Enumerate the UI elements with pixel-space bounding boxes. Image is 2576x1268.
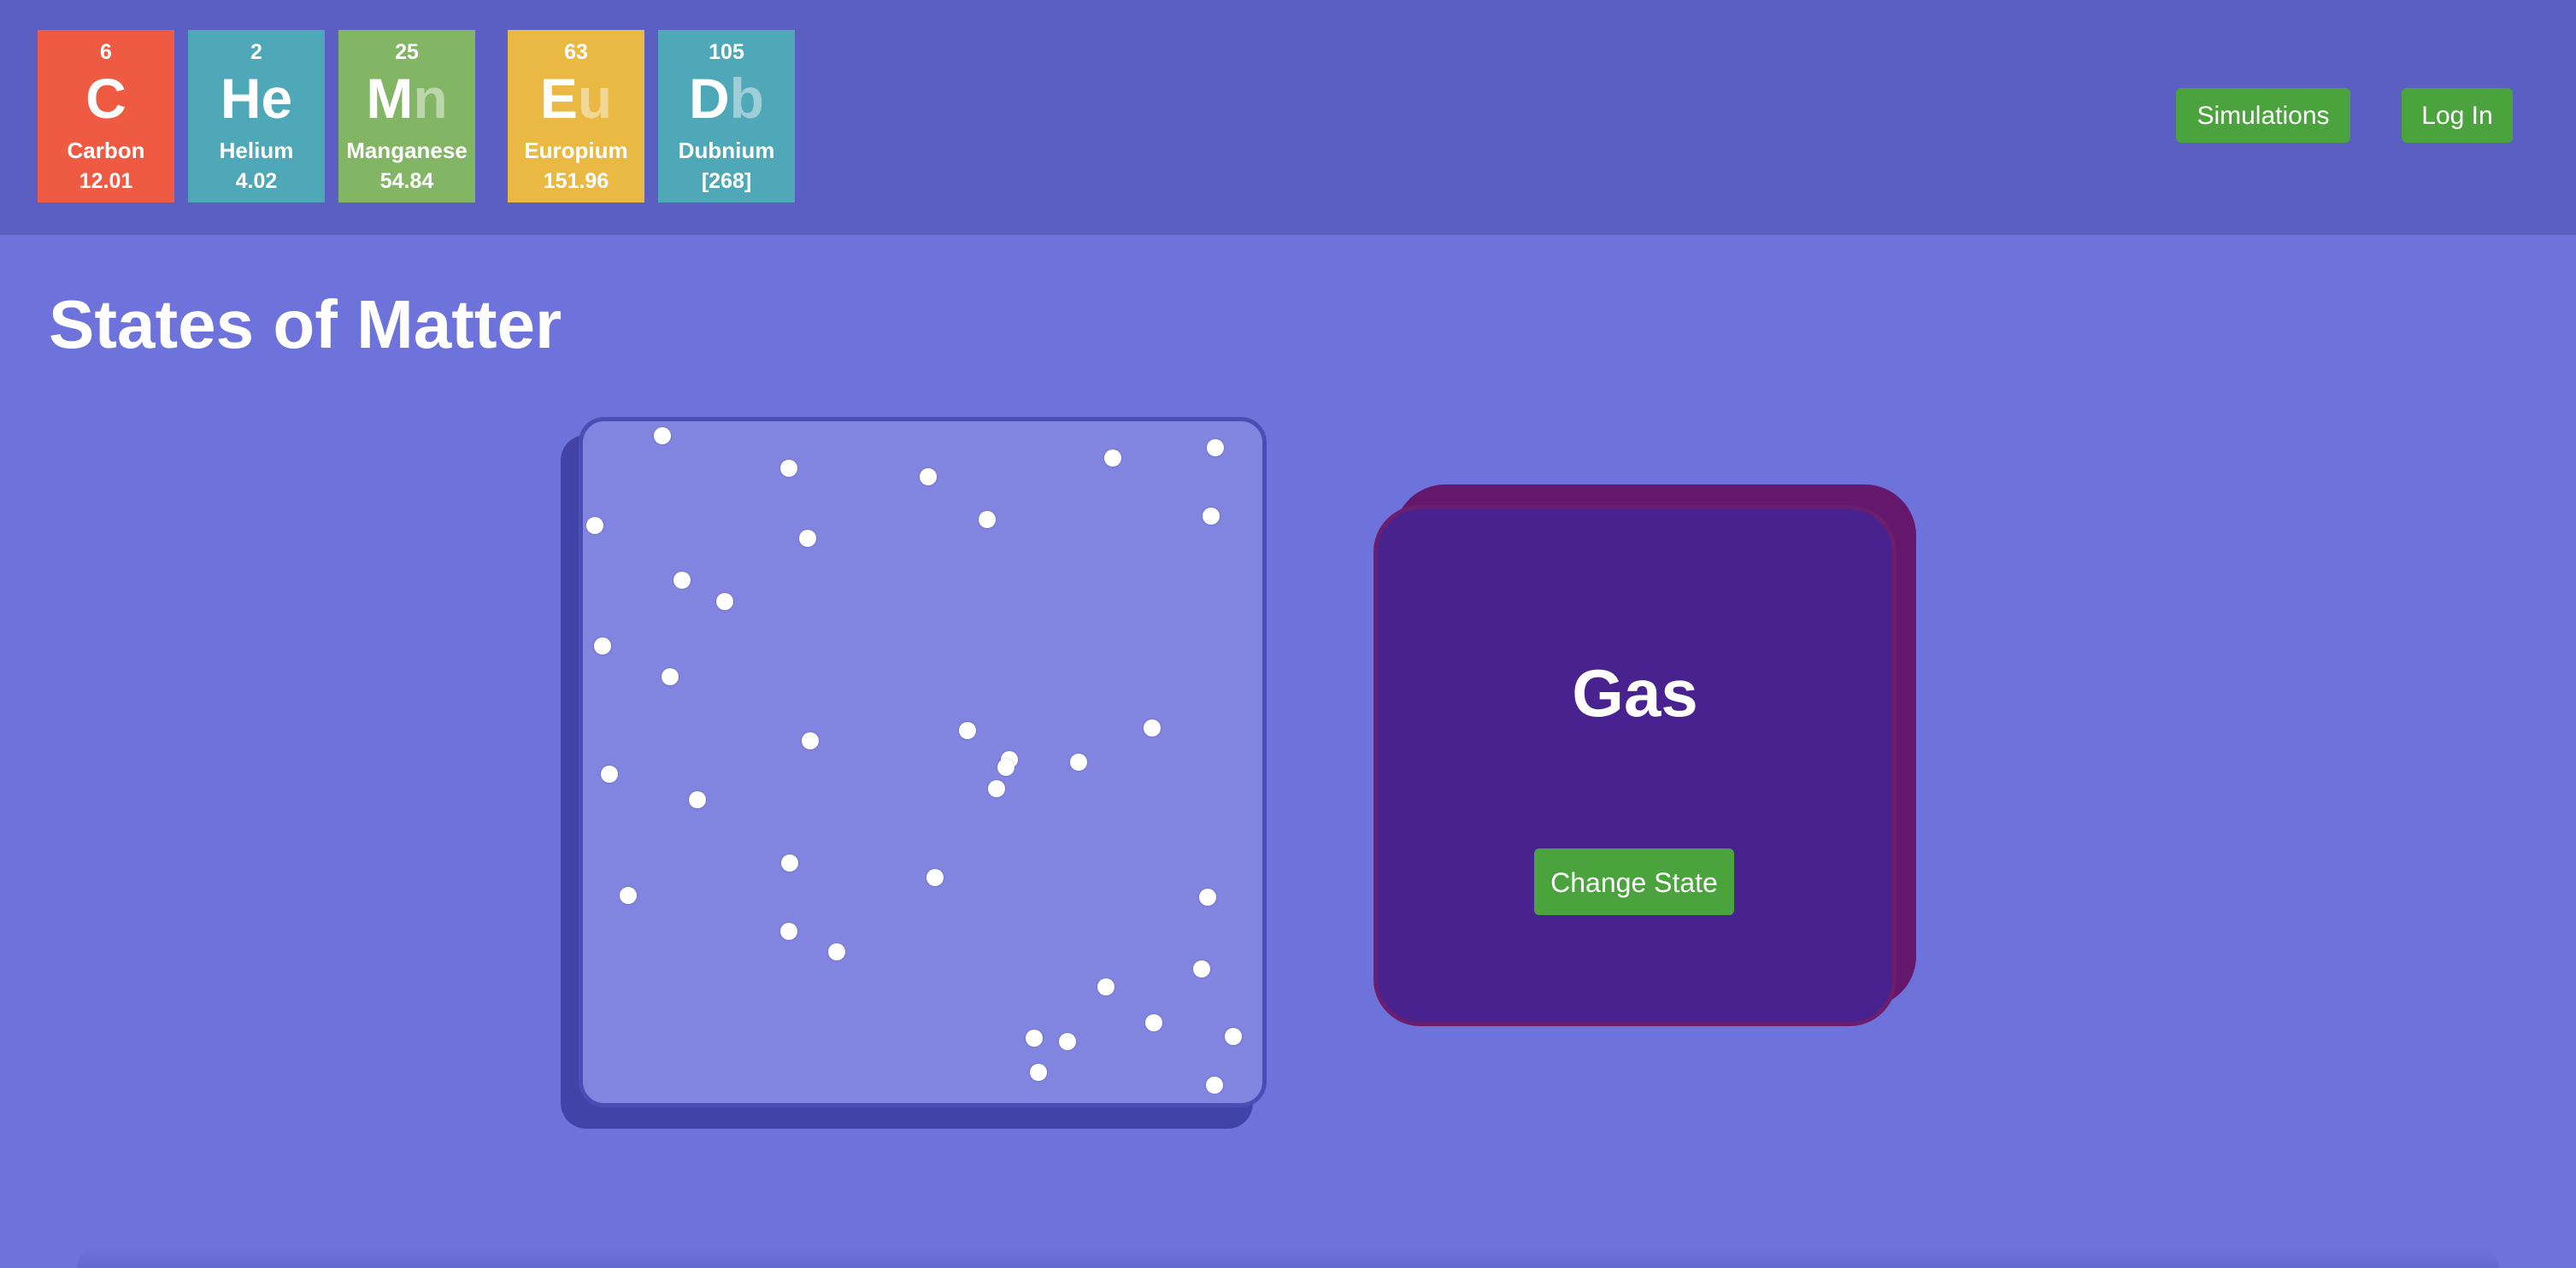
simulations-button[interactable]: Simulations — [2176, 88, 2350, 143]
element-name: Dubnium — [678, 138, 775, 163]
gas-particle — [594, 637, 611, 655]
gas-particle — [959, 722, 976, 739]
header-bar: 6 C Carbon 12.01 2 He Helium 4.02 25 Mn … — [0, 0, 2576, 235]
gas-particle — [1059, 1033, 1076, 1050]
element-symbol: C — [85, 67, 126, 130]
element-name: Carbon — [67, 138, 145, 163]
element-tile-helium: 2 He Helium 4.02 — [188, 30, 325, 203]
atomic-mass: 54.84 — [379, 169, 434, 193]
gas-particle — [601, 766, 618, 783]
gas-particle — [1199, 889, 1216, 906]
gas-particle — [781, 854, 798, 872]
element-tile-europium: 63 Eu Europium 151.96 — [508, 30, 644, 203]
atomic-mass: 4.02 — [235, 169, 278, 193]
gas-particle — [828, 943, 845, 960]
gas-particle — [920, 468, 937, 485]
login-button[interactable]: Log In — [2402, 88, 2513, 143]
atomic-mass: 12.01 — [79, 169, 133, 193]
state-label: Gas — [1572, 655, 1698, 731]
gas-particle — [1206, 1077, 1223, 1094]
gas-particle — [673, 572, 691, 589]
gas-particle — [1070, 754, 1087, 771]
element-name: Europium — [524, 138, 628, 163]
gas-particle — [799, 530, 816, 547]
gas-particle — [926, 869, 944, 886]
gas-particle — [997, 759, 1015, 776]
gas-particle — [1145, 1014, 1162, 1031]
atomic-number: 105 — [709, 40, 744, 64]
gas-particle — [716, 593, 733, 610]
atomic-number: 2 — [250, 40, 262, 64]
element-symbol: Mn — [366, 67, 448, 130]
element-tile-dubnium: 105 Db Dubnium [268] — [658, 30, 795, 203]
page-title: States of Matter — [49, 286, 562, 362]
gas-particle — [654, 427, 671, 444]
gas-particle — [620, 887, 637, 904]
atomic-mass: 151.96 — [543, 169, 609, 193]
element-symbol: He — [220, 67, 293, 130]
element-symbol: Db — [689, 67, 764, 130]
gas-particle — [586, 517, 603, 534]
atomic-mass: [268] — [701, 169, 752, 193]
element-tile-manganese: 25 Mn Manganese 54.84 — [338, 30, 475, 203]
element-name: Manganese — [346, 138, 468, 163]
gas-particle — [780, 923, 797, 940]
gas-particle — [689, 791, 706, 808]
element-name: Helium — [219, 138, 294, 163]
gas-particle — [1225, 1028, 1242, 1045]
gas-particle — [1030, 1064, 1047, 1081]
gas-particle — [988, 780, 1005, 797]
state-card: Gas Change State — [1373, 505, 1897, 1026]
gas-particle — [780, 460, 797, 477]
change-state-button[interactable]: Change State — [1534, 848, 1734, 915]
gas-particle — [1104, 449, 1121, 467]
gas-particle — [979, 511, 996, 528]
atomic-number: 25 — [395, 40, 419, 64]
gas-particle — [1203, 508, 1220, 525]
particle-container — [579, 417, 1267, 1107]
gas-particle — [1097, 978, 1115, 995]
atomic-number: 63 — [564, 40, 588, 64]
gas-particle — [1026, 1030, 1043, 1047]
element-tile-carbon: 6 C Carbon 12.01 — [38, 30, 174, 203]
footer-edge — [77, 1247, 2499, 1268]
gas-particle — [662, 668, 679, 685]
gas-particle — [1144, 719, 1161, 737]
gas-particle — [1193, 960, 1210, 977]
atomic-number: 6 — [100, 40, 112, 64]
element-symbol: Eu — [539, 67, 613, 130]
gas-particle — [802, 732, 819, 749]
gas-particle — [1207, 439, 1224, 456]
